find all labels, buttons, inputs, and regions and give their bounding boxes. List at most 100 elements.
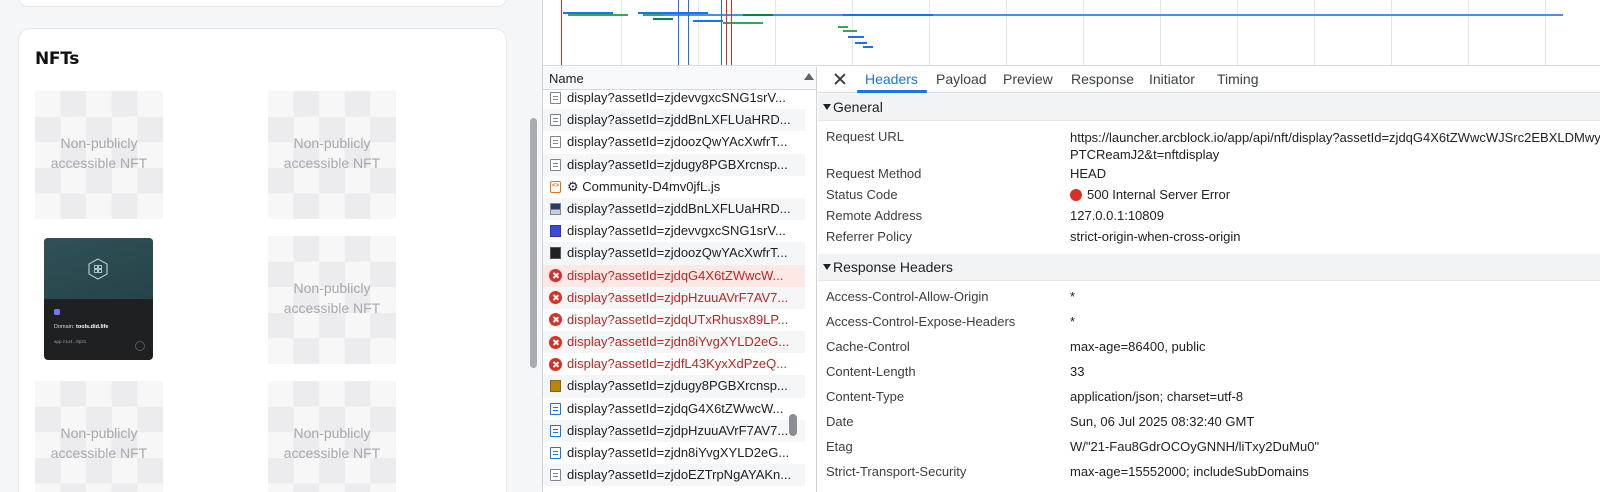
nft-card: NFTs Non-publicly accessible NFT Non-pub… [18, 28, 507, 492]
did-domain-value: tools.did.life [76, 324, 109, 330]
general-section-header[interactable]: General [818, 94, 1600, 121]
document-icon [550, 114, 561, 127]
error-icon [549, 269, 562, 282]
request-details: Headers Payload Preview Response Initiat… [818, 67, 1600, 492]
tab-timing[interactable]: Timing [1217, 71, 1259, 87]
header-key: Remote Address [826, 208, 923, 223]
name-column-label: Name [549, 71, 584, 86]
request-row[interactable]: display?assetId=zjdugy8PGBXrcnsp... [543, 375, 805, 398]
error-icon [549, 357, 562, 371]
nft-tile[interactable]: Non-publicly accessible NFT [35, 91, 163, 219]
triangle-down-icon [823, 264, 831, 270]
details-tabbar: Headers Payload Preview Response Initiat… [818, 67, 1600, 93]
document-icon [550, 136, 561, 149]
response-headers-section-header[interactable]: Response Headers [818, 254, 1600, 281]
network-overview-timeline[interactable] [543, 0, 1600, 66]
timeline-request-bar [663, 14, 1563, 16]
error-status-icon [1070, 189, 1082, 201]
timeline-request-bar [838, 26, 848, 28]
timeline-gridline [698, 0, 699, 65]
request-list-scrollbar[interactable] [789, 414, 797, 436]
request-name: display?assetId=zjdevvgxcSNG1srV... [567, 90, 786, 105]
nft-tile[interactable]: Non-publicly accessible NFT [268, 236, 396, 364]
request-row[interactable]: <> ⚙ Community-D4mv0jfL.js [543, 176, 805, 198]
nft-tile-label: Non-publicly accessible NFT [283, 425, 381, 461]
close-icon[interactable] [832, 71, 848, 87]
request-name: display?assetId=zjdqUTxRhusx89LP... [567, 311, 789, 327]
request-row[interactable]: display?assetId=zjdfL43KyxXdPzeQ... [543, 353, 805, 375]
request-name: display?assetId=zjdoozQwYAcXwfrT... [567, 134, 788, 150]
request-name: display?assetId=zjdevvgxcSNG1srV... [567, 223, 786, 239]
nft-tile-label: Non-publicly accessible NFT [50, 425, 148, 461]
nft-page: NFTs Non-publicly accessible NFT Non-pub… [0, 0, 542, 492]
tab-headers[interactable]: Headers [865, 71, 918, 87]
error-icon [549, 335, 562, 349]
document-icon [550, 402, 561, 415]
timeline-marker [731, 0, 732, 65]
timeline-gridline [1006, 0, 1007, 65]
header-key: Strict-Transport-Security [826, 464, 967, 479]
request-name: display?assetId=zjddBnLXFLUaHRD... [567, 112, 791, 128]
timeline-gridline [621, 0, 622, 65]
request-row[interactable]: display?assetId=zjdoozQwYAcXwfrT... [543, 242, 805, 265]
request-url-value: https://launcher.arcblock.io/app/api/nft… [1070, 130, 1600, 162]
triangle-down-icon [823, 104, 831, 110]
tab-preview[interactable]: Preview [1003, 71, 1053, 87]
header-value: * [1070, 314, 1076, 329]
timeline-gridline [1468, 0, 1469, 65]
seal-icon [135, 341, 145, 351]
timeline-request-bar [653, 18, 673, 20]
timeline-request-bar [568, 14, 628, 16]
request-row[interactable]: display?assetId=zjdugy8PGBXrcnsp... [543, 153, 805, 176]
document-icon [550, 424, 561, 437]
tab-payload[interactable]: Payload [936, 71, 987, 87]
request-name: display?assetId=zjdn8iYvgXYLD2eG... [567, 334, 790, 350]
did-domain-label: Domain: [54, 324, 75, 330]
request-row[interactable]: display?assetId=zjdqG4X6tZWwcW... [543, 264, 805, 287]
timeline-gridline [852, 0, 853, 65]
request-name: display?assetId=zjdugy8PGBXrcnsp... [567, 378, 788, 394]
nft-tile[interactable]: Non-publicly accessible NFT [268, 381, 396, 492]
request-row[interactable]: display?assetId=zjdqG4X6tZWwcW... [543, 398, 805, 420]
timeline-request-bar [723, 22, 763, 24]
timeline-marker [721, 0, 722, 65]
request-name: display?assetId=zjdoozQwYAcXwfrT... [567, 245, 788, 261]
nft-tile[interactable]: Non-publicly accessible NFT [35, 381, 163, 492]
active-tab-indicator [857, 90, 927, 93]
request-row[interactable]: display?assetId=zjdqUTxRhusx89LP... [543, 309, 805, 331]
header-key: Status Code [826, 187, 898, 202]
request-row[interactable]: display?assetId=zjddBnLXFLUaHRD... [543, 197, 805, 221]
request-row[interactable]: display?assetId=zjddBnLXFLUaHRD... [543, 109, 805, 132]
header-value: application/json; charset=utf-8 [1070, 389, 1244, 404]
timeline-gridline [1083, 0, 1084, 65]
request-row[interactable]: display?assetId=zjdevvgxcSNG1srV... [543, 87, 805, 109]
request-row[interactable]: display?assetId=zjdoozQwYAcXwfrT... [543, 131, 805, 153]
nft-did-card[interactable]: Domain: tools.did.life app z1o4...8p21 [44, 238, 153, 360]
tab-initiator[interactable]: Initiator [1149, 71, 1195, 87]
request-row[interactable]: display?assetId=zjdpHzuuAVrF7AV7... [543, 419, 805, 442]
request-row[interactable]: display?assetId=zjdpHzuuAVrF7AV7... [543, 286, 805, 309]
nft-tile[interactable]: Non-publicly accessible NFT [268, 91, 396, 219]
timeline-gridline [1391, 0, 1392, 65]
request-row[interactable]: display?assetId=zjdoEZTrpNgAYAKn... [543, 464, 805, 487]
request-name: display?assetId=zjdpHzuuAVrF7AV7... [567, 422, 789, 438]
request-name: display?assetId=zjdqG4X6tZWwcW... [567, 267, 784, 283]
nft-tile-label: Non-publicly accessible NFT [283, 135, 381, 171]
header-key: Referrer Policy [826, 229, 912, 244]
status-code-text: 500 Internal Server Error [1087, 187, 1231, 202]
timeline-gridline [1237, 0, 1238, 65]
request-name: display?assetId=zjdqG4X6tZWwcW... [567, 400, 784, 416]
timeline-request-bar [843, 14, 933, 16]
request-row[interactable]: display?assetId=zjdevvgxcSNG1srV... [543, 220, 805, 242]
timeline-request-bar [863, 46, 873, 48]
request-name: ⚙ Community-D4mv0jfL.js [567, 178, 721, 194]
image-icon [550, 202, 561, 215]
header-key: Access-Control-Allow-Origin [826, 289, 989, 304]
request-row[interactable]: display?assetId=zjdn8iYvgXYLD2eG... [543, 331, 805, 354]
request-row[interactable]: display?assetId=zjdn8iYvgXYLD2eG... [543, 442, 805, 464]
page-scrollbar-thumb[interactable] [530, 118, 537, 368]
document-icon [550, 469, 561, 482]
nft-tile-label: Non-publicly accessible NFT [283, 280, 381, 316]
tab-response[interactable]: Response [1071, 71, 1134, 87]
header-key: Cache-Control [826, 339, 910, 354]
